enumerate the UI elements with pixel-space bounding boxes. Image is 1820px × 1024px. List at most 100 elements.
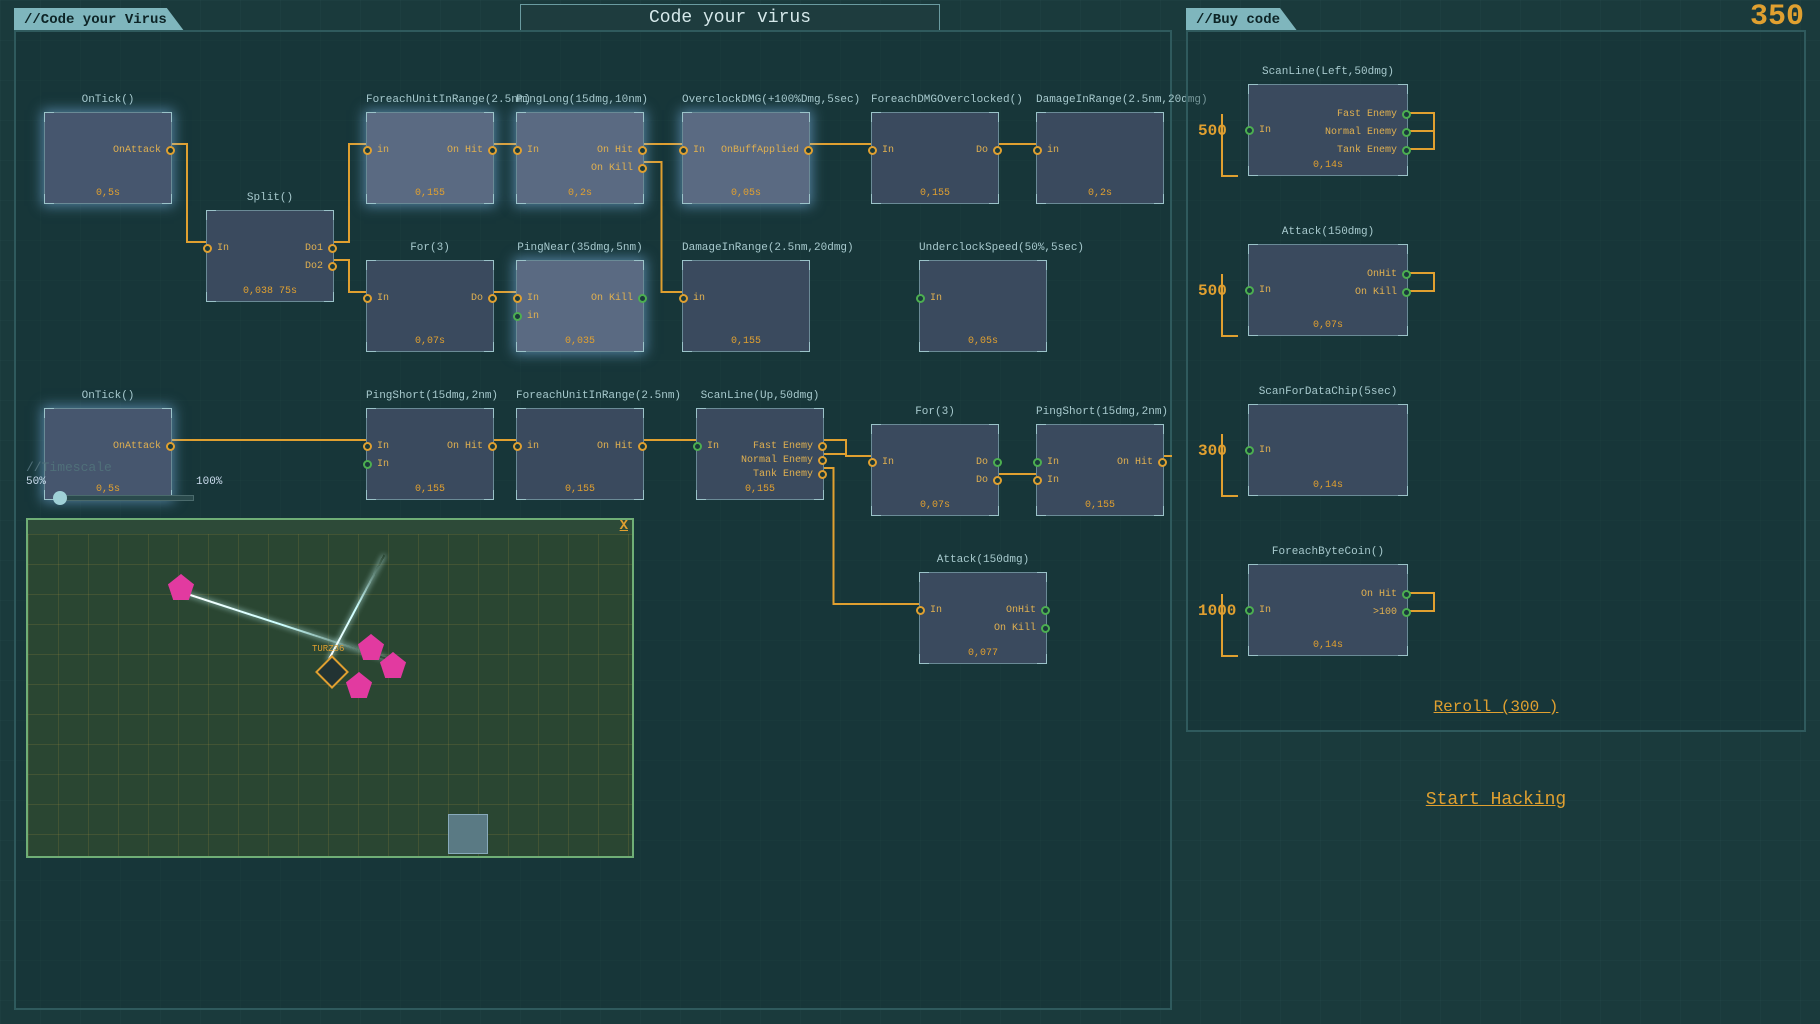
code-node[interactable]: Attack(150dmg)InOnHitOn Kill0,07s500 bbox=[1248, 244, 1408, 336]
editor-panel[interactable]: OnTick()OnAttack0,5sSplit()InDo1Do20,038… bbox=[14, 30, 1172, 1010]
timescale-label: //Timescale bbox=[26, 460, 112, 475]
preview-close-button[interactable]: X bbox=[620, 518, 628, 534]
port-out[interactable]: OnBuffApplied bbox=[719, 145, 813, 156]
port-in[interactable]: In bbox=[1245, 605, 1273, 616]
currency-amount: 350 bbox=[1750, 0, 1804, 34]
port-in[interactable]: In bbox=[1033, 457, 1061, 468]
port-out[interactable]: Normal Enemy bbox=[1323, 127, 1411, 138]
player-icon bbox=[315, 655, 349, 689]
port-in[interactable]: in bbox=[513, 311, 541, 322]
port-out[interactable]: Tank Enemy bbox=[1335, 145, 1411, 156]
node-footer: 0,14s bbox=[1249, 640, 1407, 651]
port-out[interactable]: Fast Enemy bbox=[1335, 109, 1411, 120]
port-out[interactable]: OnHit bbox=[1004, 605, 1050, 616]
port-out[interactable]: On Kill bbox=[992, 623, 1050, 634]
port-out[interactable]: Do2 bbox=[303, 261, 337, 272]
port-in[interactable]: In bbox=[693, 441, 721, 452]
code-node[interactable]: Split()InDo1Do20,038 75s bbox=[206, 210, 334, 302]
code-node[interactable]: DamageInRange(2.5nm,20dmg)in0,155 bbox=[682, 260, 810, 352]
port-out[interactable]: Tank Enemy bbox=[751, 469, 827, 480]
port-out[interactable]: On Hit bbox=[595, 441, 647, 452]
port-in[interactable]: in bbox=[513, 441, 541, 452]
code-node[interactable]: For(3)InDo0,07s bbox=[366, 260, 494, 352]
port-out[interactable]: Do bbox=[974, 145, 1002, 156]
port-in[interactable]: In bbox=[363, 459, 391, 470]
node-title: DamageInRange(2.5nm,20dmg) bbox=[1036, 94, 1164, 106]
port-out[interactable]: Do bbox=[469, 293, 497, 304]
preview-window[interactable]: X TURZ36 bbox=[26, 518, 634, 858]
enemy-icon bbox=[346, 672, 372, 698]
node-title: OnTick() bbox=[44, 94, 172, 106]
port-out[interactable]: On Kill bbox=[589, 293, 647, 304]
port-in[interactable]: In bbox=[513, 293, 541, 304]
port-in[interactable]: In bbox=[363, 441, 391, 452]
timescale-thumb[interactable] bbox=[53, 491, 67, 505]
code-node[interactable]: PingShort(15dmg,2nm)InInOn Hit0,155 bbox=[366, 408, 494, 500]
port-out[interactable]: OnAttack bbox=[111, 145, 175, 156]
port-in[interactable]: In bbox=[679, 145, 707, 156]
reroll-button[interactable]: Reroll (300 ) bbox=[1188, 698, 1804, 716]
code-node[interactable]: ForeachUnitInRange(2.5nm)inOn Hit0,155 bbox=[516, 408, 644, 500]
code-node[interactable]: UnderclockSpeed(50%,5sec)In0,05s bbox=[919, 260, 1047, 352]
code-node[interactable]: PingShort(15dmg,2nm)InInOn Hit0,155 bbox=[1036, 424, 1164, 516]
node-title: OverclockDMG(+100%Dmg,5sec) bbox=[682, 94, 810, 106]
code-node[interactable]: DamageInRange(2.5nm,20dmg)in0,2s bbox=[1036, 112, 1164, 204]
shop-price: 500 bbox=[1198, 282, 1227, 300]
enemy-icon bbox=[358, 634, 384, 660]
code-node[interactable]: ScanLine(Up,50dmg)InFast EnemyNormal Ene… bbox=[696, 408, 824, 500]
node-footer: 0,5s bbox=[45, 188, 171, 199]
port-out[interactable]: On Hit bbox=[595, 145, 647, 156]
port-in[interactable]: in bbox=[1033, 145, 1061, 156]
port-in[interactable]: In bbox=[916, 293, 944, 304]
code-node[interactable]: PingLong(15dmg,10nm)InOn HitOn Kill0,2s bbox=[516, 112, 644, 204]
code-node[interactable]: ForeachUnitInRange(2.5nm)inOn Hit0,155 bbox=[366, 112, 494, 204]
code-node[interactable]: PingNear(35dmg,5nm)IninOn Kill0,035 bbox=[516, 260, 644, 352]
port-out[interactable]: >100 bbox=[1371, 607, 1411, 618]
node-title: Attack(150dmg) bbox=[1248, 226, 1408, 238]
port-out[interactable]: Fast Enemy bbox=[751, 441, 827, 452]
node-footer: 0,155 bbox=[1037, 500, 1163, 511]
port-out[interactable]: On Kill bbox=[1353, 287, 1411, 298]
port-in[interactable]: In bbox=[1245, 285, 1273, 296]
port-out[interactable]: Do bbox=[974, 475, 1002, 486]
port-in[interactable]: In bbox=[916, 605, 944, 616]
code-node[interactable]: ScanForDataChip(5sec)In0,14s300 bbox=[1248, 404, 1408, 496]
node-title: PingShort(15dmg,2nm) bbox=[1036, 406, 1164, 418]
node-footer: 0,155 bbox=[367, 188, 493, 199]
port-out[interactable]: On Kill bbox=[589, 163, 647, 174]
port-in[interactable]: In bbox=[1245, 125, 1273, 136]
code-node[interactable]: ForeachByteCoin()InOn Hit>1000,14s1000 bbox=[1248, 564, 1408, 656]
node-footer: 0,155 bbox=[683, 336, 809, 347]
port-out[interactable]: On Hit bbox=[445, 441, 497, 452]
code-node[interactable]: For(3)InDoDo0,07s bbox=[871, 424, 999, 516]
port-in[interactable]: In bbox=[513, 145, 541, 156]
port-out[interactable]: On Hit bbox=[1115, 457, 1167, 468]
port-in[interactable]: In bbox=[868, 145, 896, 156]
code-node[interactable]: ScanLine(Left,50dmg)InFast EnemyNormal E… bbox=[1248, 84, 1408, 176]
node-footer: 0,07s bbox=[1249, 320, 1407, 331]
port-in[interactable]: In bbox=[203, 243, 231, 254]
port-in[interactable]: In bbox=[868, 457, 896, 468]
start-hacking-button[interactable]: Start Hacking bbox=[1186, 790, 1806, 810]
port-out[interactable]: On Hit bbox=[1359, 589, 1411, 600]
node-title: For(3) bbox=[366, 242, 494, 254]
port-in[interactable]: In bbox=[363, 293, 391, 304]
code-node[interactable]: OverclockDMG(+100%Dmg,5sec)InOnBuffAppli… bbox=[682, 112, 810, 204]
shop-price: 1000 bbox=[1198, 602, 1236, 620]
timescale-track[interactable] bbox=[54, 495, 194, 501]
port-in[interactable]: in bbox=[363, 145, 391, 156]
port-out[interactable]: Do1 bbox=[303, 243, 337, 254]
node-footer: 0,155 bbox=[367, 484, 493, 495]
port-out[interactable]: OnHit bbox=[1365, 269, 1411, 280]
port-in[interactable]: In bbox=[1245, 445, 1273, 456]
port-in[interactable]: In bbox=[1033, 475, 1061, 486]
port-out[interactable]: Normal Enemy bbox=[739, 455, 827, 466]
port-in[interactable]: in bbox=[679, 293, 707, 304]
code-node[interactable]: Attack(150dmg)InOnHitOn Kill0,077 bbox=[919, 572, 1047, 664]
port-out[interactable]: On Hit bbox=[445, 145, 497, 156]
code-node[interactable]: ForeachDMGOverclocked()InDo0,155 bbox=[871, 112, 999, 204]
code-node[interactable]: OnTick()OnAttack0,5s bbox=[44, 112, 172, 204]
timescale-control[interactable]: //Timescale 50% 100% bbox=[26, 460, 226, 501]
port-out[interactable]: Do bbox=[974, 457, 1002, 468]
port-out[interactable]: OnAttack bbox=[111, 441, 175, 452]
